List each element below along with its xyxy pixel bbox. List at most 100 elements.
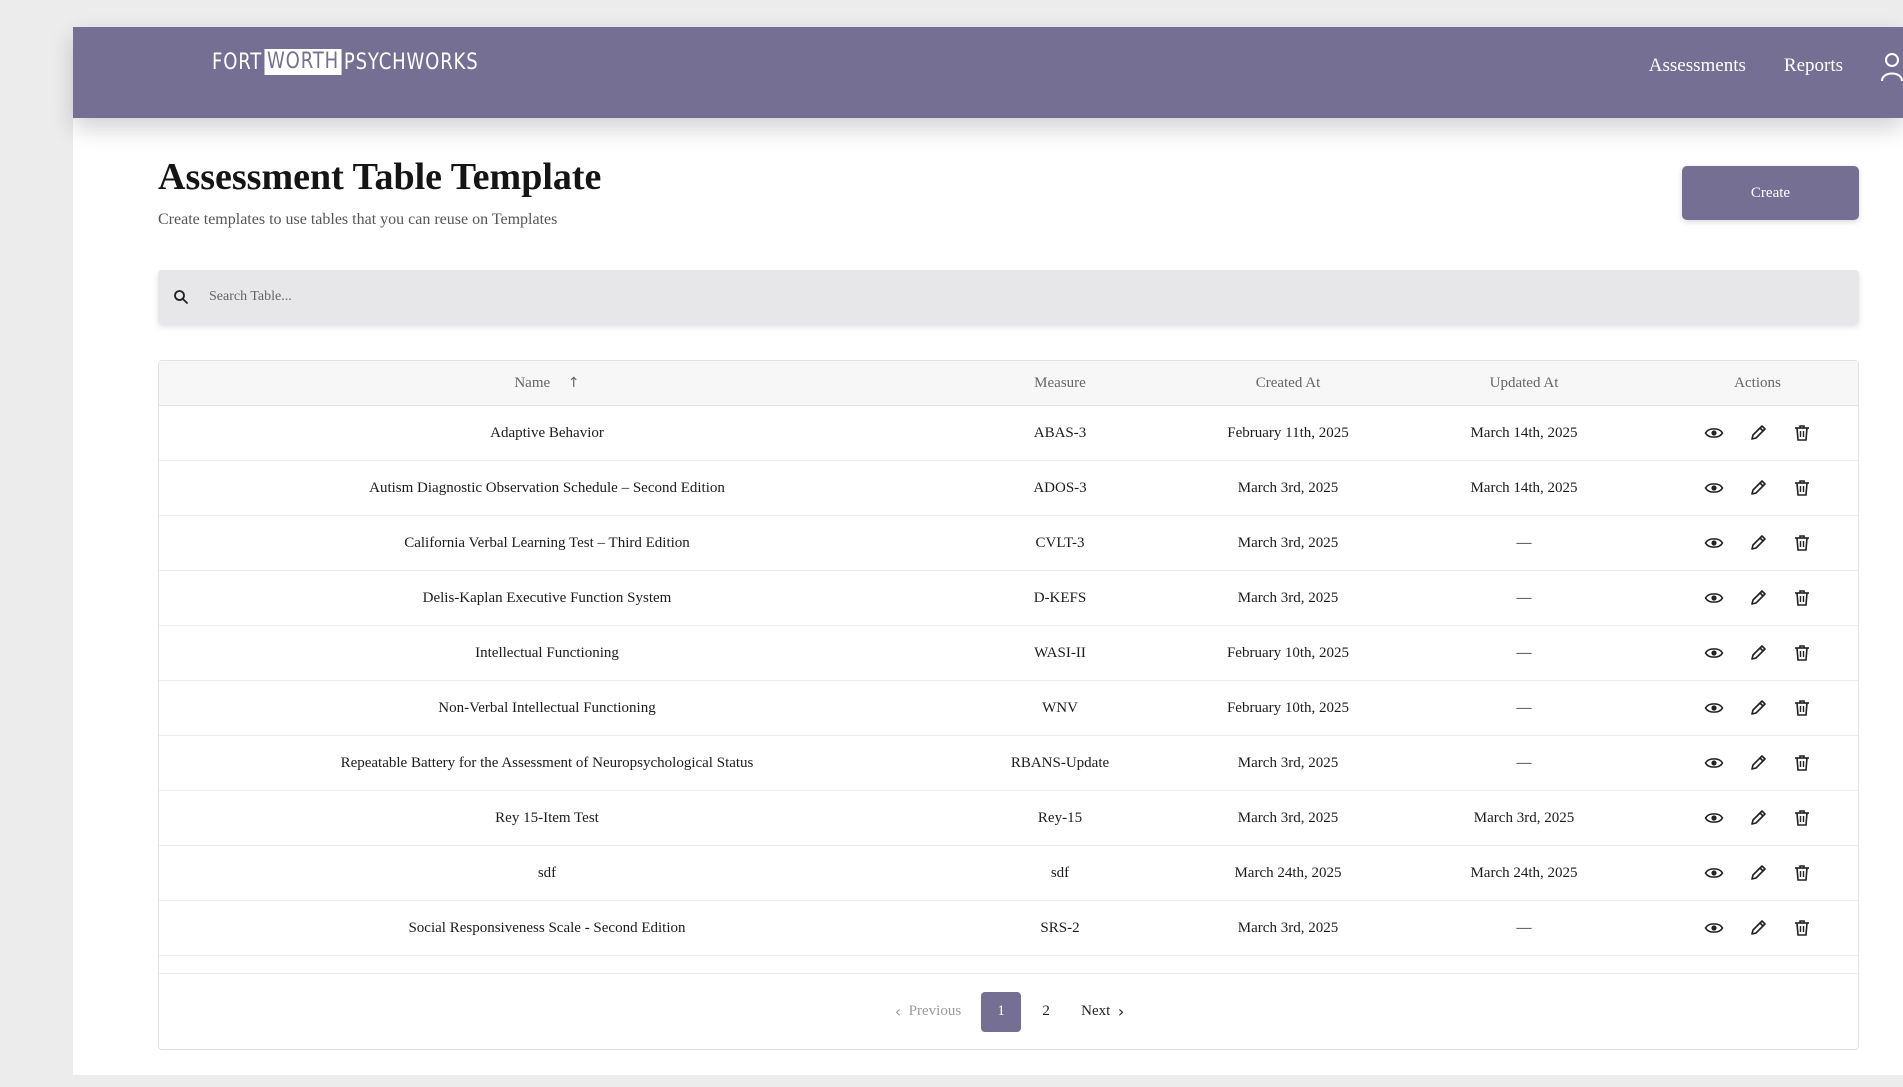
search-bar: [158, 270, 1859, 324]
create-button[interactable]: Create: [1682, 166, 1859, 220]
eye-icon[interactable]: [1704, 533, 1724, 553]
trash-icon[interactable]: [1792, 918, 1812, 938]
trash-icon[interactable]: [1792, 423, 1812, 443]
main-nav: Assessments Reports: [1649, 51, 1903, 81]
trash-icon[interactable]: [1792, 478, 1812, 498]
cell-measure: WNV: [1042, 699, 1078, 716]
row-actions: [1657, 753, 1858, 773]
cell-measure: RBANS-Update: [1010, 754, 1110, 771]
logo[interactable]: FORT WORTH PSYCHWORKS: [212, 49, 478, 75]
templates-table: Name ↑ Measure Created At Updated At Act…: [158, 360, 1860, 1050]
trash-icon[interactable]: [1792, 588, 1812, 608]
table-header: Name ↑ Measure Created At Updated At Act…: [159, 361, 1858, 406]
previous-page-button[interactable]: ‹ Previous: [895, 1002, 961, 1021]
next-page-button[interactable]: Next ›: [1081, 1002, 1124, 1021]
cell-updated-at: —: [1516, 644, 1532, 661]
logo-text-worth: WORTH: [264, 49, 342, 75]
eye-icon[interactable]: [1704, 478, 1724, 498]
eye-icon[interactable]: [1704, 698, 1724, 718]
cell-created-at: February 11th, 2025: [1227, 424, 1349, 441]
column-header-name-label: Name: [514, 374, 551, 391]
table-row[interactable]: Social Responsiveness Scale - Second Edi…: [159, 901, 1858, 956]
cell-created-at: March 3rd, 2025: [1237, 809, 1339, 826]
sort-ascending-icon[interactable]: ↑: [568, 375, 580, 391]
eye-icon[interactable]: [1704, 423, 1724, 443]
cell-name: California Verbal Learning Test – Third …: [404, 534, 690, 551]
logo-text-psychworks: PSYCHWORKS: [343, 49, 479, 75]
table-row[interactable]: Rey 15-Item Test Rey-15 March 3rd, 2025 Mar…: [159, 791, 1858, 846]
chevron-left-icon: ‹: [894, 1002, 902, 1021]
pencil-icon[interactable]: [1748, 698, 1768, 718]
trash-icon[interactable]: [1792, 863, 1812, 883]
pencil-icon[interactable]: [1748, 423, 1768, 443]
table-row[interactable]: California Verbal Learning Test – Third …: [159, 516, 1858, 571]
cell-name: Autism Diagnostic Observation Schedule –…: [369, 479, 725, 496]
eye-icon[interactable]: [1704, 753, 1724, 773]
eye-icon[interactable]: [1704, 588, 1724, 608]
table-row[interactable]: sdf sdf March 24th, 2025 March 24th, 2025: [159, 846, 1858, 901]
app-frame: FORT WORTH PSYCHWORKS Assessments Report…: [73, 27, 1903, 1075]
eye-icon[interactable]: [1704, 918, 1724, 938]
cell-updated-at: —: [1516, 919, 1532, 936]
cell-name: Adaptive Behavior: [490, 424, 604, 441]
column-header-measure[interactable]: Measure: [935, 375, 1185, 392]
table-row[interactable]: Repeatable Battery for the Assessment of…: [159, 736, 1858, 791]
chevron-right-icon: ›: [1117, 1002, 1125, 1021]
nav-reports-link[interactable]: Reports: [1784, 55, 1843, 77]
cell-measure: SRS-2: [1040, 919, 1080, 936]
column-header-created[interactable]: Created At: [1185, 375, 1391, 392]
cell-measure: ABAS-3: [1033, 424, 1087, 441]
pencil-icon[interactable]: [1748, 863, 1768, 883]
top-navbar: FORT WORTH PSYCHWORKS Assessments Report…: [73, 27, 1903, 118]
search-input[interactable]: [209, 289, 1809, 305]
pencil-icon[interactable]: [1748, 808, 1768, 828]
cell-created-at: March 3rd, 2025: [1237, 534, 1339, 551]
cell-updated-at: —: [1516, 699, 1532, 716]
pagination: ‹ Previous 1 2 Next ›: [159, 973, 1860, 1049]
pencil-icon[interactable]: [1748, 478, 1768, 498]
column-header-name[interactable]: Name ↑: [159, 375, 935, 392]
user-icon[interactable]: [1881, 51, 1903, 81]
cell-updated-at: —: [1516, 589, 1532, 606]
nav-assessments-link[interactable]: Assessments: [1649, 55, 1746, 77]
pencil-icon[interactable]: [1748, 643, 1768, 663]
cell-updated-at: March 14th, 2025: [1470, 424, 1578, 441]
trash-icon[interactable]: [1792, 698, 1812, 718]
cell-updated-at: March 24th, 2025: [1470, 864, 1578, 881]
previous-label: Previous: [908, 1003, 962, 1019]
eye-icon[interactable]: [1704, 808, 1724, 828]
cell-name: Non-Verbal Intellectual Functioning: [438, 699, 656, 716]
cell-created-at: February 10th, 2025: [1226, 644, 1350, 661]
cell-name: Social Responsiveness Scale - Second Edi…: [408, 919, 686, 936]
page-button[interactable]: 2: [1026, 1003, 1066, 1020]
table-row[interactable]: Intellectual Functioning WASI-II February …: [159, 626, 1858, 681]
search-icon: [174, 290, 188, 304]
trash-icon[interactable]: [1792, 808, 1812, 828]
cell-created-at: March 3rd, 2025: [1237, 919, 1339, 936]
table-row[interactable]: Delis-Kaplan Executive Function System D-…: [159, 571, 1858, 626]
row-actions: [1657, 863, 1858, 883]
cell-measure: CVLT-3: [1035, 534, 1085, 551]
page-button-current[interactable]: 1: [981, 991, 1022, 1032]
column-header-actions: Actions: [1734, 374, 1781, 391]
column-header-updated[interactable]: Updated At: [1391, 375, 1657, 392]
pencil-icon[interactable]: [1748, 918, 1768, 938]
page-subtitle: Create templates to use tables that you …: [158, 211, 558, 228]
pencil-icon[interactable]: [1748, 533, 1768, 553]
cell-updated-at: March 3rd, 2025: [1473, 809, 1575, 826]
trash-icon[interactable]: [1792, 753, 1812, 773]
pencil-icon[interactable]: [1748, 588, 1768, 608]
pencil-icon[interactable]: [1748, 753, 1768, 773]
cell-created-at: March 3rd, 2025: [1237, 479, 1339, 496]
table-row[interactable]: Autism Diagnostic Observation Schedule –…: [159, 461, 1858, 516]
eye-icon[interactable]: [1704, 643, 1724, 663]
table-row[interactable]: Adaptive Behavior ABAS-3 February 11th, 20…: [159, 406, 1858, 461]
trash-icon[interactable]: [1792, 643, 1812, 663]
cell-created-at: March 24th, 2025: [1234, 864, 1342, 881]
table-row[interactable]: Non-Verbal Intellectual Functioning WNV Fe…: [159, 681, 1858, 736]
cell-name: sdf: [537, 864, 557, 881]
eye-icon[interactable]: [1704, 863, 1724, 883]
cell-name: Delis-Kaplan Executive Function System: [422, 589, 672, 606]
row-actions: [1657, 643, 1858, 663]
trash-icon[interactable]: [1792, 533, 1812, 553]
